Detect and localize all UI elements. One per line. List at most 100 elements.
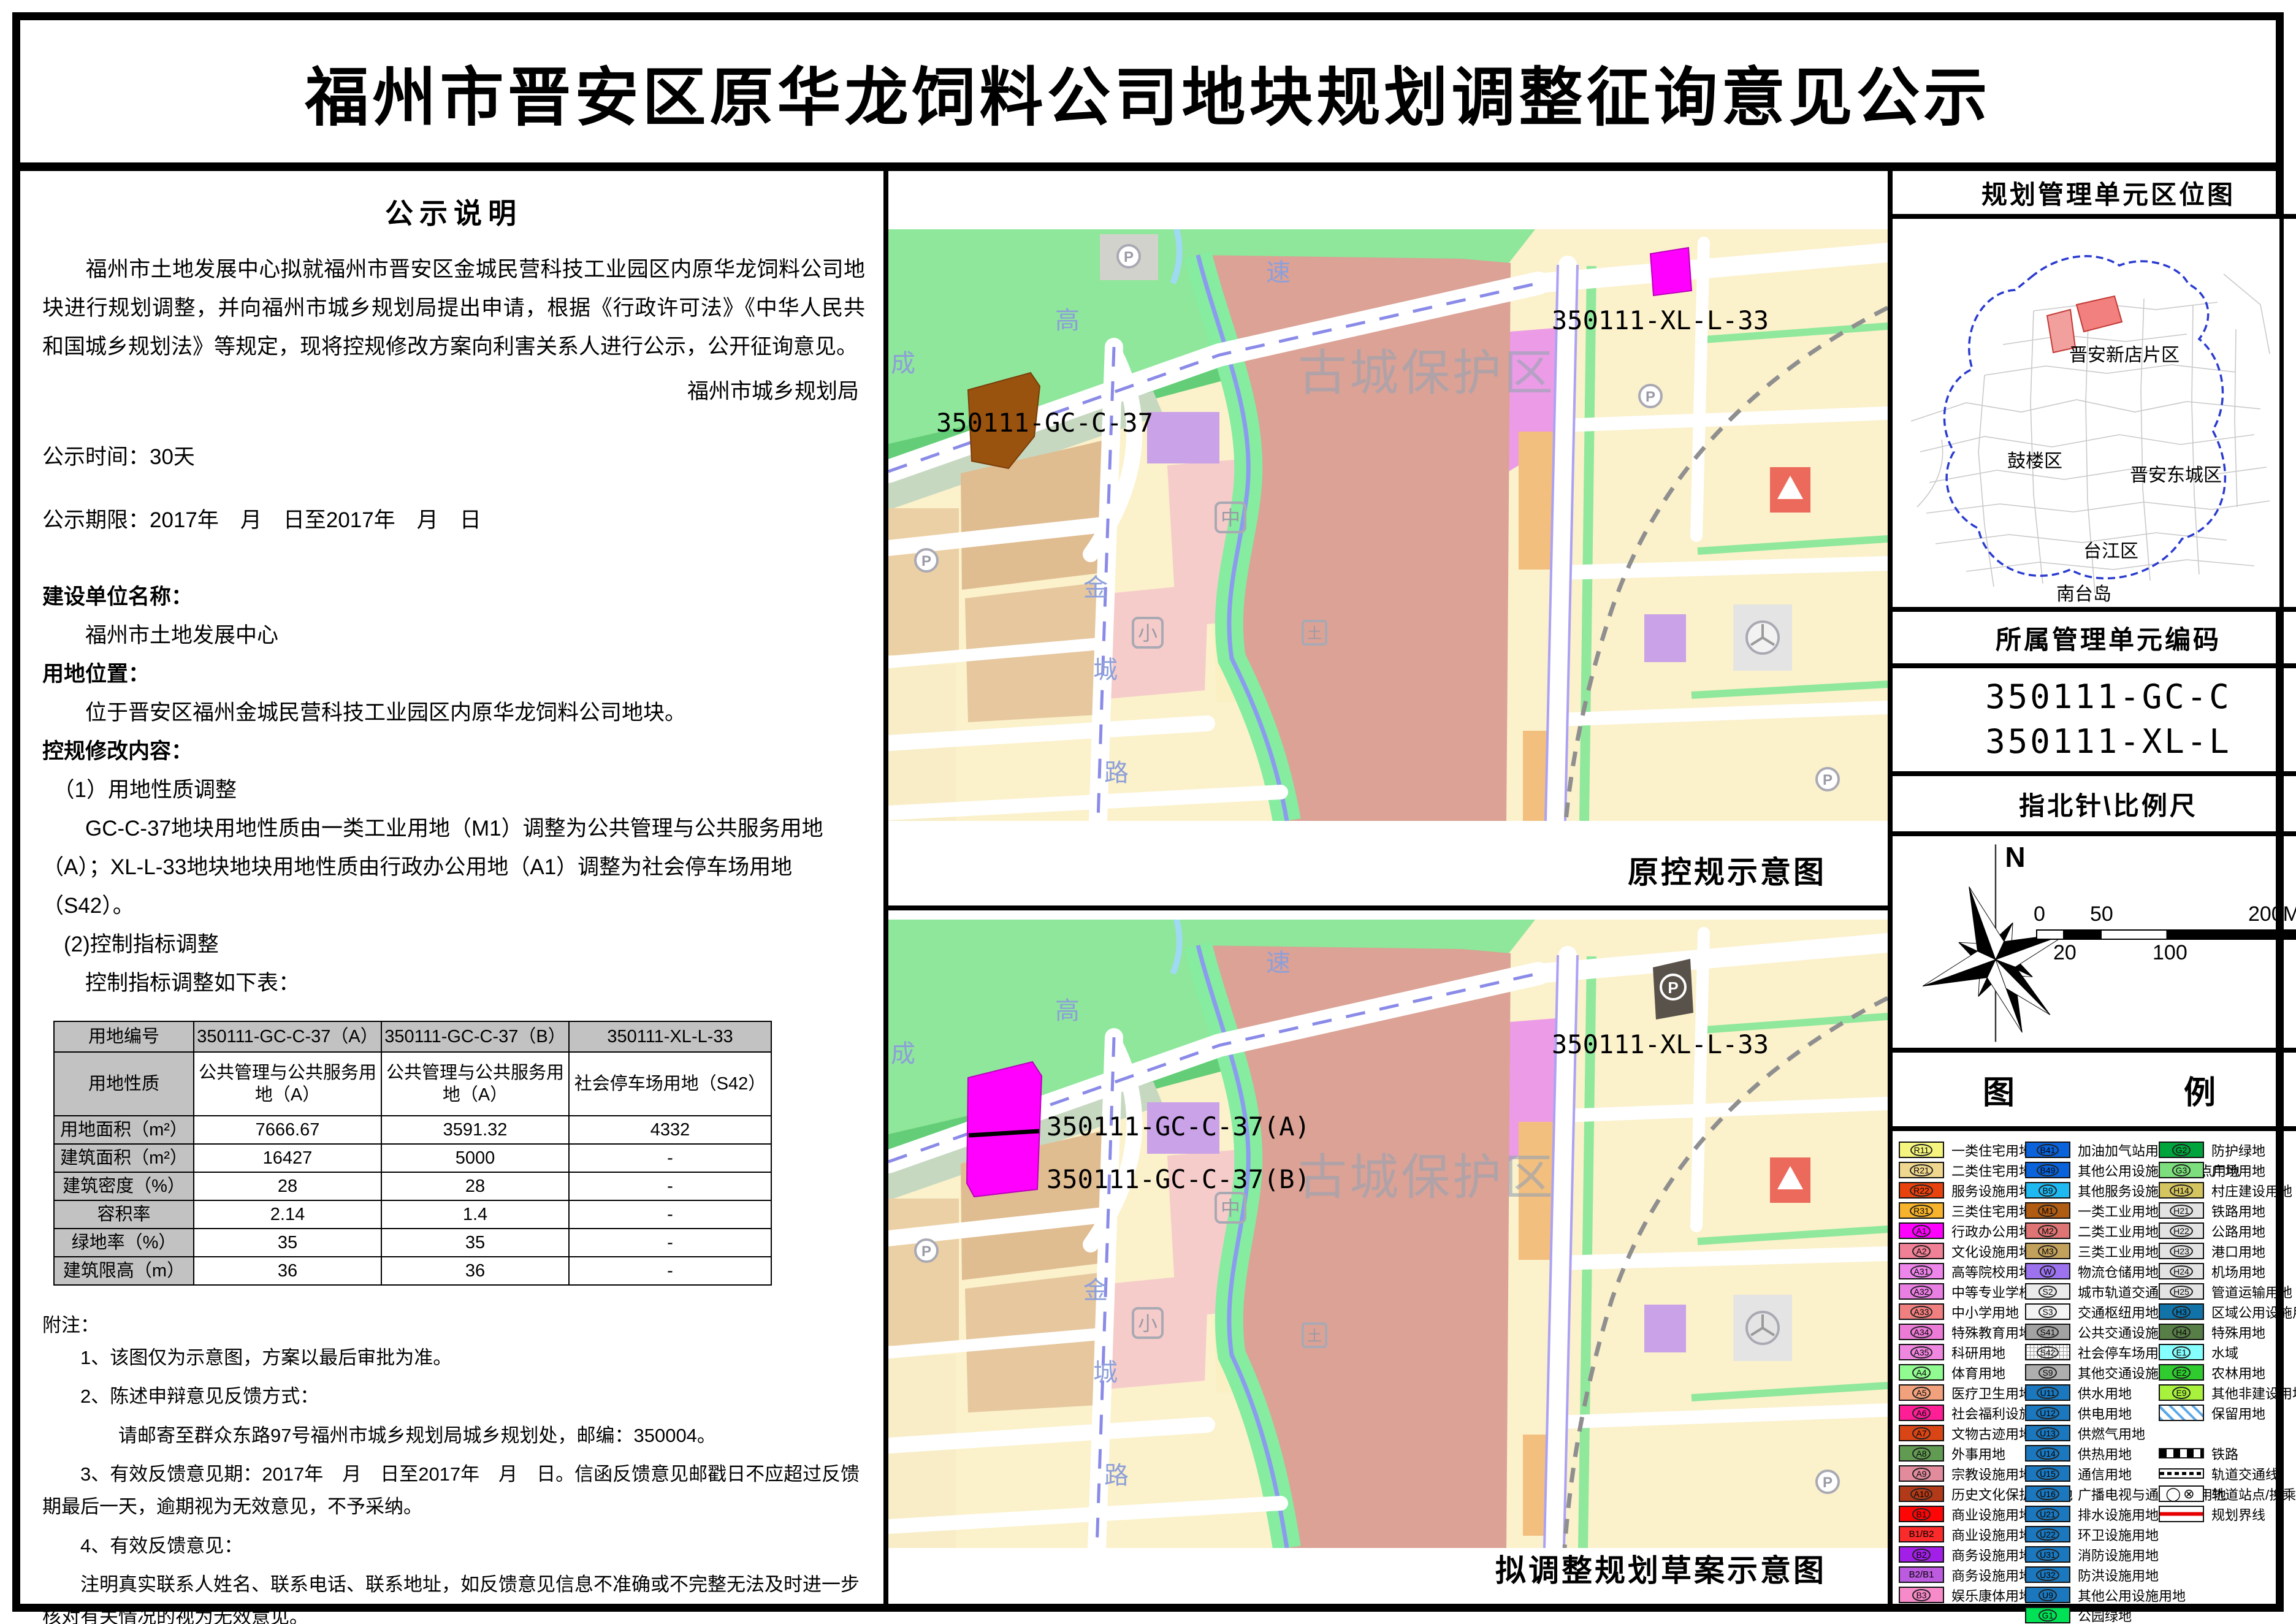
table-cell: 35 xyxy=(194,1229,381,1257)
original-plan-map-panel: 成 高 速 金 城 路 中 小 土 P P P P xyxy=(888,171,1888,910)
svg-text:小: 小 xyxy=(1138,622,1158,644)
table-row: 建筑面积（m²） 16427 5000 - xyxy=(54,1144,771,1172)
legend-item: A33 中小学用地 xyxy=(1899,1302,2021,1322)
table-row: 容积率 2.14 1.4 - xyxy=(54,1200,771,1229)
legend-item-label: 社会停车场用地 xyxy=(2078,1343,2172,1362)
legend-swatch-icon: U13 xyxy=(2025,1425,2070,1441)
legend-item-label: 铁路 xyxy=(2211,1444,2238,1463)
legend-item-label: 科研用地 xyxy=(1951,1343,2005,1362)
legend-item: A9 宗教设施用地 xyxy=(1899,1463,2021,1484)
legend-swatch-icon: A6 xyxy=(1899,1405,1944,1421)
old-town-watermark: 古城保护区 xyxy=(1298,346,1555,400)
legend-item: U15 通信用地 xyxy=(2025,1463,2155,1484)
table-cell: 2.14 xyxy=(194,1200,381,1229)
legend-swatch-icon: H22 xyxy=(2159,1222,2204,1239)
svg-text:P: P xyxy=(921,1243,931,1260)
legend-item-label: 供热用地 xyxy=(2078,1444,2132,1463)
table-row: 绿地率（%） 35 35 - xyxy=(54,1229,771,1257)
legend-item-label: 供水用地 xyxy=(2078,1383,2132,1403)
scale-top-labels: 0 50 200M xyxy=(2036,902,2296,929)
col-header: 用地编号 xyxy=(54,1021,194,1052)
legend-item: 轨道交通线 xyxy=(2159,1463,2296,1484)
legend-item: A4 体育用地 xyxy=(1899,1362,2021,1382)
content-heading: 控规修改内容： xyxy=(42,732,865,771)
legend-item: G1 公园绿地 xyxy=(2025,1605,2155,1624)
legend-item: U11 供水用地 xyxy=(2025,1382,2155,1403)
unit-code-title: 所属管理单元编码 xyxy=(1893,612,2296,668)
legend-swatch-icon: M3 xyxy=(2025,1243,2070,1259)
legend-item-label: 消防设施用地 xyxy=(2078,1545,2159,1565)
legend-item-label: 保留用地 xyxy=(2211,1403,2265,1423)
svg-text:金: 金 xyxy=(1083,1277,1108,1304)
legend-item-label: 高等院校用地 xyxy=(1951,1262,2032,1281)
legend-item: H4 特殊用地 xyxy=(2159,1322,2296,1342)
legend-item-label: 区域公用设施用地 xyxy=(2211,1302,2296,1322)
legend-swatch-icon: A31 xyxy=(1899,1263,1944,1279)
planning-notice-sheet: 福州市晋安区原华龙饲料公司地块规划调整征询意见公示 公示说明 福州市土地发展中心… xyxy=(0,0,2296,1624)
legend-item: A1 行政办公用地 xyxy=(1899,1221,2021,1241)
svg-text:中: 中 xyxy=(1221,507,1240,529)
legend-item: H21 铁路用地 xyxy=(2159,1200,2296,1221)
table-cell: 3591.32 xyxy=(381,1116,569,1144)
plot-gc-c-37-ab xyxy=(967,1062,1042,1197)
note-line: 1、该图仅为示意图，方案以最后审批为准。 xyxy=(42,1341,865,1374)
legend-item: A10 历史文化保护区用地 xyxy=(1899,1484,2021,1504)
legend-item-label: 一类工业用地 xyxy=(2078,1201,2159,1221)
legend-swatch-icon: E2 xyxy=(2159,1364,2204,1381)
legend-swatch-icon: B2 xyxy=(1899,1546,1944,1563)
col-header: 350111-XL-L-33 xyxy=(569,1021,771,1052)
table-row: 用地性质 公共管理与公共服务用地（A） 公共管理与公共服务用地（A） 社会停车场… xyxy=(54,1052,771,1116)
legend-item: S41 公共交通设施用地 xyxy=(2025,1322,2155,1342)
svg-text:小: 小 xyxy=(1138,1313,1158,1335)
svg-text:晋安东城区: 晋安东城区 xyxy=(2130,465,2222,486)
unit-code: 350111-GC-C xyxy=(1985,675,2232,720)
svg-text:成: 成 xyxy=(891,350,915,377)
legend-swatch-icon: B3 xyxy=(1899,1587,1944,1603)
legend-item: S42 社会停车场用地 xyxy=(2025,1342,2155,1362)
table-cell: 4332 xyxy=(569,1116,771,1144)
svg-text:P: P xyxy=(921,553,931,570)
svg-text:金: 金 xyxy=(1083,574,1108,601)
legend-swatch-icon: B2/B1 xyxy=(1899,1566,1944,1583)
legend-swatch-icon: A1 xyxy=(1899,1222,1944,1239)
legend-swatch-icon: S2 xyxy=(2025,1283,2070,1300)
legend-swatch-icon: H25 xyxy=(2159,1283,2204,1300)
location-label: 用地位置： xyxy=(42,655,865,693)
legend-swatch-icon: A32 xyxy=(1899,1283,1944,1300)
legend-item-label: 交通枢纽用地 xyxy=(2078,1302,2159,1322)
legend-column: B41 加油加气站用地 B49 其他公用设施营业网点用地 B9 其他服务设施用地 xyxy=(2025,1140,2155,1624)
legend-swatch-icon: B1/B2 xyxy=(1899,1526,1944,1542)
legend-item-label: 商务设施用地 xyxy=(1951,1565,2032,1585)
table-cell: 36 xyxy=(194,1257,381,1285)
legend-item: U32 防洪设施用地 xyxy=(2025,1565,2155,1585)
legend-item-label: 外事用地 xyxy=(1951,1444,2005,1463)
legend-swatch-icon: H14 xyxy=(2159,1182,2204,1199)
svg-text:路: 路 xyxy=(1104,1462,1129,1489)
old-town-watermark: 古城保护区 xyxy=(1298,1150,1555,1205)
legend-swatch-icon: B41 xyxy=(2025,1142,2070,1158)
legend-item-label: 中小学用地 xyxy=(1951,1302,2019,1322)
legend-item-label: 一类住宅用地 xyxy=(1951,1140,2032,1160)
legend-item-label: 二类住宅用地 xyxy=(1951,1161,2032,1180)
legend-swatch-icon: G1 xyxy=(2025,1607,2070,1623)
legend-item-label: 文物古迹用地 xyxy=(1951,1424,2032,1443)
table-cell: 1.4 xyxy=(381,1200,569,1229)
legend-swatch-icon: U12 xyxy=(2025,1405,2070,1421)
legend: R11 一类住宅用地 R21 二类住宅用地 R22 服务设施用地 xyxy=(1893,1131,2296,1624)
legend-item-label: 二类工业用地 xyxy=(2078,1221,2159,1241)
legend-swatch-icon: A10 xyxy=(1899,1485,1944,1502)
compass-scale-area: N xyxy=(1893,836,2296,1053)
legend-item: E9 其他非建设用地 xyxy=(2159,1382,2296,1403)
builder-value: 福州市土地发展中心 xyxy=(42,616,865,655)
unit-code: 350111-XL-L xyxy=(1985,720,2232,764)
legend-item: B1 商业设施用地 xyxy=(1899,1504,2021,1524)
legend-swatch-icon: S42 xyxy=(2025,1344,2070,1360)
legend-item-label: 农林用地 xyxy=(2211,1363,2265,1382)
legend-item: B2/B1 商务设施用地 xyxy=(1899,1565,2021,1585)
legend-item: M3 三类工业用地 xyxy=(2025,1241,2155,1261)
legend-swatch-icon: U11 xyxy=(2025,1384,2070,1401)
table-cell: 28 xyxy=(194,1172,381,1200)
legend-item-label: 铁路用地 xyxy=(2211,1201,2265,1221)
map-decoration xyxy=(888,920,1888,1548)
legend-item: B49 其他公用设施营业网点用地 xyxy=(2025,1160,2155,1180)
